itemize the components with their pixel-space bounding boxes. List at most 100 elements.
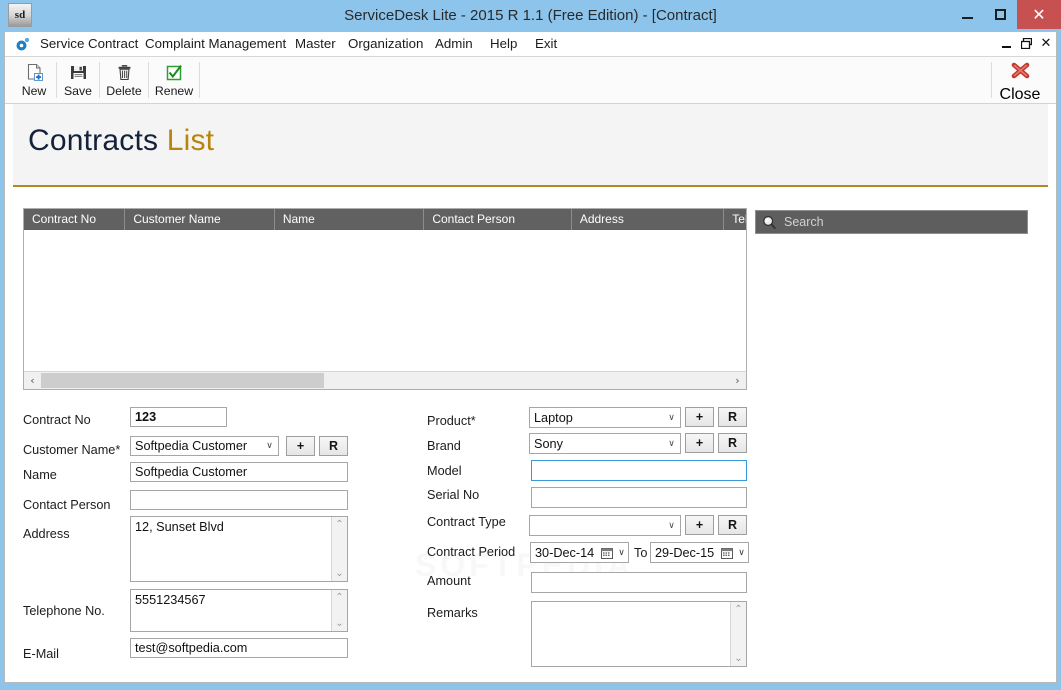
grid-column-customer-name[interactable]: Customer Name — [125, 209, 275, 230]
mdi-close-button[interactable]: ✕ — [1037, 34, 1055, 52]
new-button[interactable]: New — [13, 59, 55, 101]
grid-body — [24, 230, 746, 371]
save-button[interactable]: Save — [58, 59, 98, 101]
brand-add-button[interactable]: + — [685, 433, 714, 453]
renew-checkmark-icon — [165, 61, 184, 83]
customer-add-button[interactable]: + — [286, 436, 315, 456]
product-label: Product* — [427, 414, 476, 428]
window-minimize-button[interactable] — [952, 0, 982, 29]
product-refresh-button[interactable]: R — [718, 407, 747, 427]
telephone-textarea[interactable] — [130, 589, 348, 632]
brand-refresh-button[interactable]: R — [718, 433, 747, 453]
contract-type-add-button[interactable]: + — [685, 515, 714, 535]
delete-button-label: Delete — [106, 84, 142, 98]
model-input[interactable] — [531, 460, 747, 481]
scrollbar-track[interactable] — [41, 372, 729, 389]
address-textarea[interactable] — [130, 516, 348, 582]
grid-column-name[interactable]: Name — [275, 209, 425, 230]
contract-period-from-datepicker[interactable]: 30-Dec-14 ∨ — [530, 542, 629, 563]
window-maximize-button[interactable] — [985, 0, 1015, 29]
chevron-down-icon[interactable]: ∨ — [615, 548, 628, 558]
brand-label: Brand — [427, 439, 461, 453]
scroll-left-arrow-icon[interactable]: ‹ — [24, 372, 41, 389]
grid-header-row: Contract No Customer Name Name Contact P… — [24, 209, 746, 230]
application-window: sd ServiceDesk Lite - 2015 R 1.1 (Free E… — [0, 0, 1061, 690]
address-label: Address — [23, 527, 70, 541]
menu-item-exit[interactable]: Exit — [533, 32, 559, 56]
amount-input[interactable] — [531, 572, 747, 593]
grid-horizontal-scrollbar[interactable]: ‹ › — [24, 371, 746, 389]
menu-item-service-contract[interactable]: Service Contract — [38, 32, 140, 56]
period-from-value: 30-Dec-14 — [535, 545, 595, 560]
client-area: Service Contract Complaint Management Ma… — [4, 31, 1057, 683]
calendar-icon[interactable] — [598, 547, 615, 559]
amount-label: Amount — [427, 574, 471, 588]
toolbar-separator-2 — [99, 62, 100, 98]
remarks-label: Remarks — [427, 606, 478, 620]
mdi-minimize-button[interactable] — [997, 34, 1015, 52]
chevron-down-icon[interactable]: ∨ — [735, 548, 748, 558]
toolbar-separator-close — [991, 62, 992, 98]
title-bar: sd ServiceDesk Lite - 2015 R 1.1 (Free E… — [0, 0, 1061, 31]
grid-column-telephone[interactable]: Tel — [724, 209, 746, 230]
menu-item-organization[interactable]: Organization — [346, 32, 425, 56]
product-dropdown[interactable]: Laptop ∨ — [529, 407, 681, 428]
scrollbar-thumb[interactable] — [41, 373, 324, 388]
grid-column-contact-person[interactable]: Contact Person — [424, 209, 572, 230]
model-label: Model — [427, 464, 462, 478]
contract-type-refresh-button[interactable]: R — [718, 515, 747, 535]
contracts-grid[interactable]: Contract No Customer Name Name Contact P… — [23, 208, 747, 390]
renew-button-label: Renew — [154, 84, 194, 98]
period-separator-label: To — [634, 546, 648, 560]
telephone-label: Telephone No. — [23, 604, 105, 618]
save-button-label: Save — [63, 84, 93, 98]
email-input[interactable] — [130, 638, 348, 658]
customer-refresh-button[interactable]: R — [319, 436, 348, 456]
chevron-down-icon[interactable]: ∨ — [663, 521, 680, 531]
search-input[interactable] — [784, 215, 1027, 229]
renew-button[interactable]: Renew — [150, 59, 198, 101]
contract-type-label: Contract Type — [427, 515, 506, 529]
chevron-down-icon[interactable]: ∨ — [663, 413, 680, 423]
product-add-button[interactable]: + — [685, 407, 714, 427]
window-title: ServiceDesk Lite - 2015 R 1.1 (Free Edit… — [344, 7, 717, 24]
serial-no-label: Serial No — [427, 488, 480, 502]
contract-period-to-datepicker[interactable]: 29-Dec-15 ∨ — [650, 542, 749, 563]
calendar-icon[interactable] — [718, 547, 735, 559]
customer-name-dropdown[interactable]: Softpedia Customer ∨ — [130, 436, 279, 456]
contract-type-dropdown[interactable]: ∨ — [529, 515, 681, 536]
toolbar-separator-1 — [56, 62, 57, 98]
contract-no-label: Contract No — [23, 413, 91, 427]
delete-trash-icon — [115, 61, 134, 83]
menu-item-master[interactable]: Master — [293, 32, 338, 56]
name-label: Name — [23, 468, 57, 482]
contract-period-label: Contract Period — [427, 545, 516, 559]
chevron-down-icon[interactable]: ∨ — [663, 439, 680, 449]
email-label: E-Mail — [23, 647, 59, 661]
service-desk-logo-icon — [15, 37, 30, 52]
chevron-down-icon[interactable]: ∨ — [261, 441, 278, 451]
serial-no-input[interactable] — [531, 487, 747, 508]
brand-dropdown[interactable]: Sony ∨ — [529, 433, 681, 454]
product-value: Laptop — [534, 410, 573, 425]
contract-no-input[interactable] — [130, 407, 227, 427]
grid-column-address[interactable]: Address — [572, 209, 725, 230]
remarks-textarea[interactable] — [531, 601, 747, 667]
search-icon — [762, 215, 777, 230]
menu-item-admin[interactable]: Admin — [433, 32, 475, 56]
menu-item-complaint-management[interactable]: Complaint Management — [143, 32, 288, 56]
window-close-button[interactable]: ✕ — [1017, 0, 1061, 29]
grid-column-contract-no[interactable]: Contract No — [24, 209, 126, 230]
contact-person-input[interactable] — [130, 490, 348, 510]
delete-button[interactable]: Delete — [101, 59, 147, 101]
page-header: Contracts List — [13, 104, 1048, 187]
scroll-right-arrow-icon[interactable]: › — [729, 372, 746, 389]
search-box[interactable] — [755, 210, 1028, 234]
toolbar: New Save Delete Renew Close — [5, 57, 1056, 104]
menu-item-help[interactable]: Help — [488, 32, 519, 56]
close-x-icon — [1010, 61, 1031, 86]
close-form-button[interactable]: Close — [994, 59, 1046, 103]
new-button-label: New — [21, 84, 47, 98]
name-input[interactable] — [130, 462, 348, 482]
mdi-restore-button[interactable] — [1017, 34, 1035, 52]
